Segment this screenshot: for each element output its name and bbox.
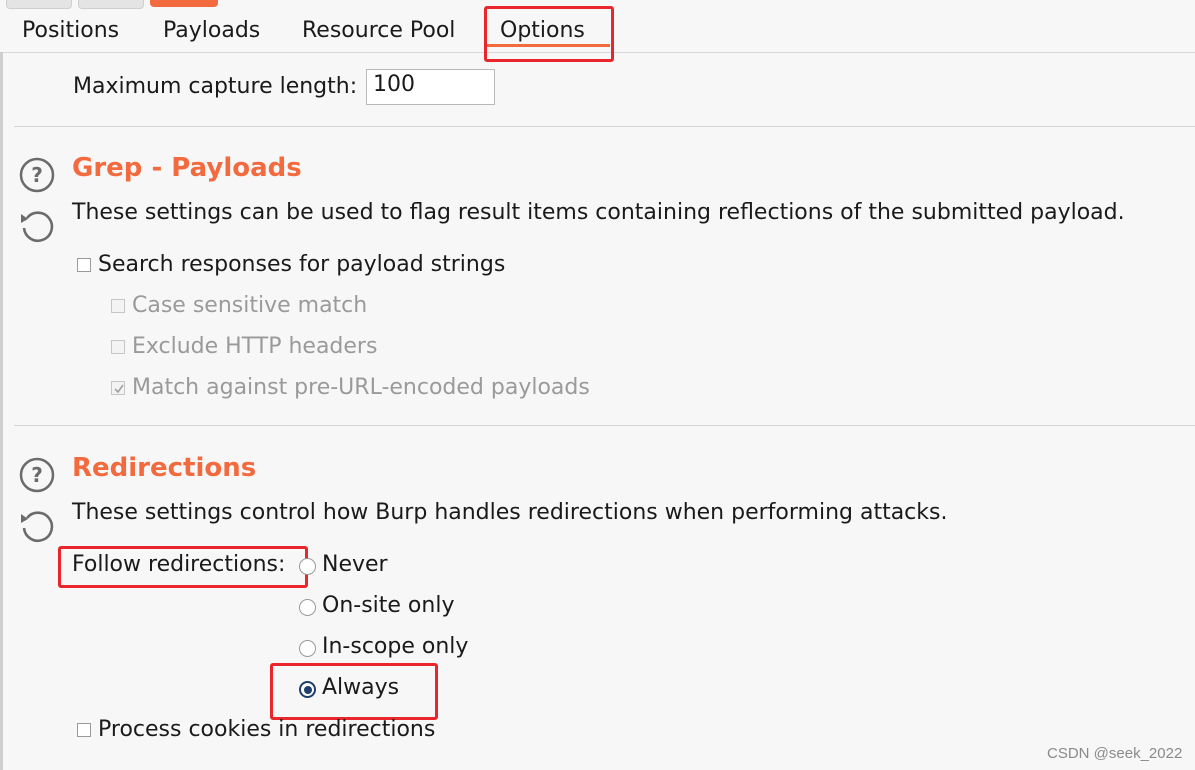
reset-defaults-icon[interactable]: [18, 506, 54, 543]
capture-length-label: Maximum capture length:: [73, 74, 358, 99]
reset-defaults-icon[interactable]: [18, 206, 54, 243]
grep-payloads-description: These settings can be used to flag resul…: [72, 200, 1125, 225]
radio-on-site-only[interactable]: [299, 599, 316, 616]
case-sensitive-label[interactable]: Case sensitive match: [132, 291, 367, 321]
process-cookies-checkbox[interactable]: [77, 723, 91, 737]
section-divider: [14, 126, 1195, 127]
redirections-description: These settings control how Burp handles …: [72, 500, 948, 525]
radio-never[interactable]: [299, 558, 316, 575]
tab-options[interactable]: Options: [500, 16, 585, 46]
help-question-icon[interactable]: ?: [19, 157, 55, 193]
section-divider: [14, 425, 1195, 426]
radio-never-label[interactable]: Never: [322, 550, 388, 580]
radio-on-site-only-label[interactable]: On-site only: [322, 591, 454, 621]
radio-always[interactable]: [299, 681, 316, 698]
left-edge: [0, 52, 3, 770]
tab-resource-pool[interactable]: Resource Pool: [302, 16, 455, 46]
match-pre-url-encoded-checkbox[interactable]: [111, 381, 125, 395]
section-title-redirections: Redirections: [72, 453, 257, 483]
svg-text:?: ?: [31, 163, 43, 187]
capture-length-input[interactable]: 100: [366, 69, 495, 105]
outer-tab[interactable]: [6, 0, 72, 9]
section-title-grep-payloads: Grep - Payloads: [72, 153, 302, 183]
tab-payloads[interactable]: Payloads: [163, 16, 260, 46]
tab-positions[interactable]: Positions: [22, 16, 119, 46]
match-pre-url-encoded-label[interactable]: Match against pre-URL-encoded payloads: [132, 373, 590, 403]
case-sensitive-checkbox[interactable]: [111, 299, 125, 313]
exclude-headers-label[interactable]: Exclude HTTP headers: [132, 332, 377, 362]
svg-text:?: ?: [31, 463, 43, 487]
search-payload-strings-checkbox[interactable]: [77, 258, 91, 272]
process-cookies-label[interactable]: Process cookies in redirections: [98, 715, 435, 745]
outer-tab-strip: [0, 0, 1195, 12]
follow-redirections-label: Follow redirections:: [72, 552, 286, 577]
search-payload-strings-label[interactable]: Search responses for payload strings: [98, 250, 505, 280]
outer-tab-active[interactable]: [150, 0, 218, 7]
exclude-headers-checkbox[interactable]: [111, 340, 125, 354]
watermark: CSDN @seek_2022: [1047, 745, 1183, 762]
active-tab-indicator: [486, 44, 610, 47]
radio-always-label[interactable]: Always: [322, 673, 399, 703]
outer-tab[interactable]: [78, 0, 144, 9]
radio-in-scope-only[interactable]: [299, 640, 316, 657]
help-question-icon[interactable]: ?: [19, 457, 55, 493]
radio-in-scope-only-label[interactable]: In-scope only: [322, 632, 468, 662]
